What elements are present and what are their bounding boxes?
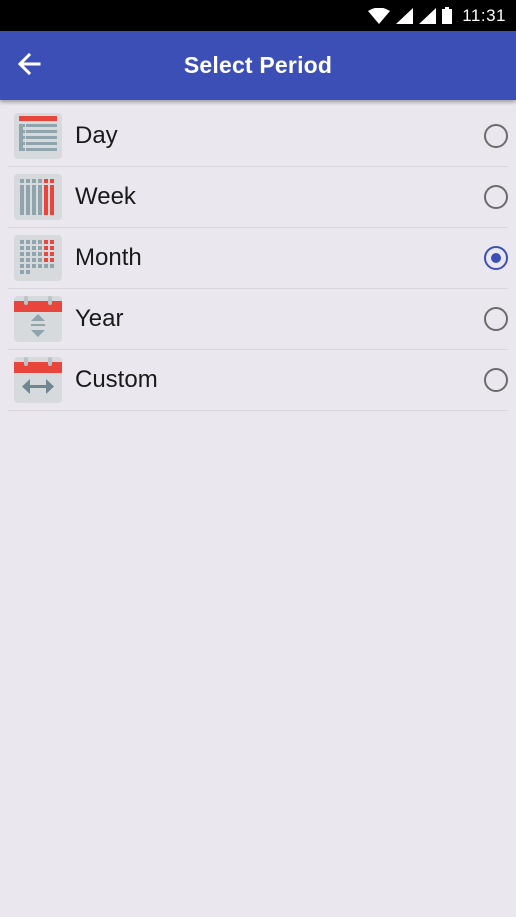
period-label: Week — [75, 183, 136, 210]
signal-icon — [396, 7, 414, 24]
calendar-custom-icon — [14, 357, 62, 403]
period-radio-month[interactable] — [484, 246, 508, 270]
period-label: Custom — [75, 366, 158, 393]
period-radio-day[interactable] — [484, 124, 508, 148]
period-item-week[interactable]: Week — [8, 167, 508, 228]
calendar-week-icon — [14, 174, 62, 220]
period-label: Day — [75, 122, 118, 149]
app-bar: Select Period — [0, 31, 516, 100]
period-radio-week[interactable] — [484, 185, 508, 209]
calendar-day-icon — [14, 113, 62, 159]
period-item-month[interactable]: Month — [8, 228, 508, 289]
signal-icon — [419, 7, 437, 24]
period-radio-year[interactable] — [484, 307, 508, 331]
calendar-year-icon — [14, 296, 62, 342]
battery-icon — [442, 7, 453, 24]
calendar-month-icon — [14, 235, 62, 281]
period-label: Year — [75, 305, 124, 332]
period-list: Day Week Month Year Custom — [0, 106, 516, 411]
period-radio-custom[interactable] — [484, 368, 508, 392]
status-bar: 11:31 — [0, 0, 516, 31]
period-item-day[interactable]: Day — [8, 106, 508, 167]
status-time: 11:31 — [462, 5, 506, 25]
period-item-year[interactable]: Year — [8, 289, 508, 350]
page-title: Select Period — [183, 52, 333, 78]
period-item-custom[interactable]: Custom — [8, 350, 508, 411]
wifi-icon — [368, 7, 391, 24]
period-label: Month — [75, 244, 142, 271]
